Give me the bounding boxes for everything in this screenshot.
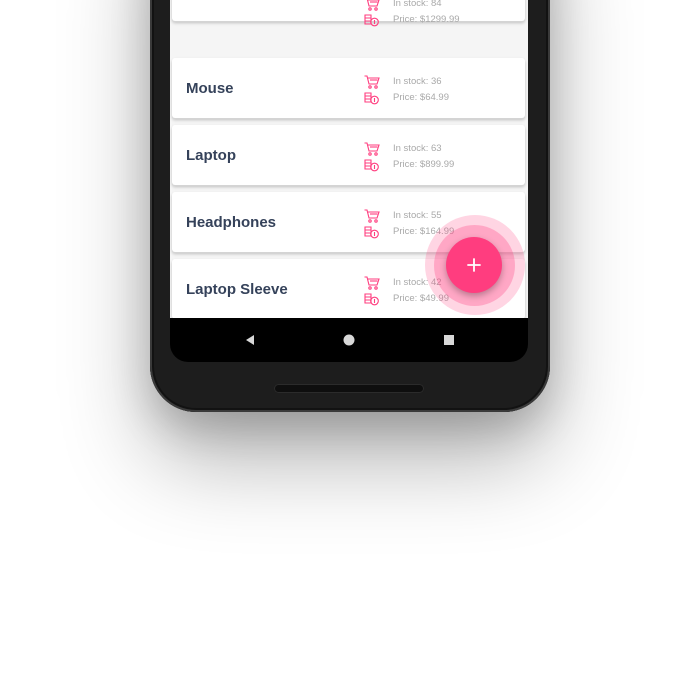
cart-icon xyxy=(364,276,380,290)
product-name: Laptop Sleeve xyxy=(186,281,288,298)
add-product-button[interactable] xyxy=(446,237,502,293)
stock-text: In stock: 63 xyxy=(393,143,442,154)
coins-icon xyxy=(364,158,380,172)
navigation-bar xyxy=(170,318,528,362)
recent-square-icon[interactable] xyxy=(442,333,456,347)
stock-text: In stock: 36 xyxy=(393,76,442,87)
price-text: Price: $64.99 xyxy=(393,92,449,103)
coins-icon xyxy=(364,292,380,306)
price-text: Price: $1299.99 xyxy=(393,14,460,25)
product-card[interactable]: Laptop In stock: 63 Price: $899.99 xyxy=(172,125,525,185)
price-text: Price: $899.99 xyxy=(393,159,455,170)
cart-icon xyxy=(364,75,380,89)
plus-icon xyxy=(446,237,502,293)
product-name: Mouse xyxy=(186,80,234,97)
product-name: Laptop xyxy=(186,147,236,164)
home-circle-icon[interactable] xyxy=(342,333,356,347)
product-card[interactable]: Mouse In stock: 36 Price: $64.99 xyxy=(172,58,525,118)
coins-icon xyxy=(364,225,380,239)
coins-icon xyxy=(364,13,380,27)
coins-icon xyxy=(364,91,380,105)
stock-text: In stock: 84 xyxy=(393,0,442,9)
cart-icon xyxy=(364,209,380,223)
product-name: Headphones xyxy=(186,214,277,231)
product-card[interactable]: TV In stock: 84 Price: $1299.99 xyxy=(172,0,525,27)
cart-icon xyxy=(364,142,380,156)
phone-speaker xyxy=(274,384,424,393)
cart-icon xyxy=(364,0,380,11)
stock-text: In stock: 55 xyxy=(393,210,442,221)
back-triangle-icon[interactable] xyxy=(243,333,257,347)
